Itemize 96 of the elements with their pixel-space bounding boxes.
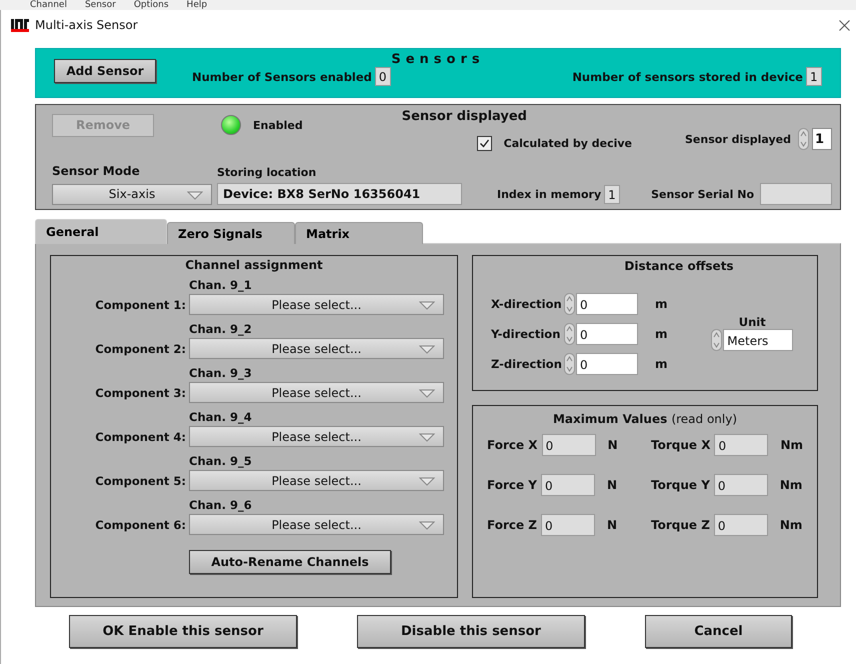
field-label: Torque X (650, 438, 710, 452)
field-label: X-direction (491, 296, 563, 310)
group-title: Maximum Values (read only) (552, 412, 738, 426)
auto-rename-button[interactable]: Auto-Rename Channels (189, 550, 391, 574)
dropdown-arrow-icon (419, 477, 435, 486)
group-title: Channel assignment (185, 258, 323, 272)
menu-item[interactable]: Options (134, 0, 169, 10)
unit-label: N (608, 438, 618, 452)
dropdown-arrow-icon (419, 389, 435, 398)
window-title: Multi-axis Sensor (35, 18, 139, 32)
tab[interactable]: Zero Signals (167, 222, 295, 244)
dropdown-arrow-icon (187, 190, 203, 200)
readonly-field: 0 (714, 474, 768, 496)
component-label: Component 2: (94, 342, 187, 356)
app-logo-icon (11, 18, 29, 32)
field-label: Sensor Serial No (651, 188, 754, 200)
readonly-field: 0 (714, 434, 768, 456)
field-label: Force Z (487, 518, 538, 532)
field-label: Number of Sensors enabled (192, 70, 372, 84)
number-field[interactable]: 1 (812, 128, 832, 150)
unit-label: Nm (780, 438, 803, 452)
field-label: Torque Y (650, 478, 710, 492)
unit-label: Nm (780, 478, 802, 492)
number-field[interactable]: 0 (576, 322, 638, 344)
channel-label: Chan. 9_5 (189, 454, 253, 468)
channel-dropdown[interactable]: Please select... (189, 294, 444, 315)
text-field[interactable] (760, 183, 832, 205)
component-label: Component 4: (94, 430, 187, 444)
channel-dropdown[interactable]: Please select... (189, 382, 444, 403)
field-label: Torque Z (650, 518, 710, 532)
spinner-arrows-icon[interactable] (564, 352, 575, 374)
component-label: Component 1: (94, 298, 187, 312)
field-label: Force X (487, 438, 538, 452)
dialog-button[interactable]: OK Enable this sensor (69, 615, 297, 648)
dropdown-arrow-icon (419, 345, 435, 354)
group-title: Distance offsets (623, 259, 735, 275)
channel-label: Chan. 9_6 (189, 498, 253, 512)
channel-dropdown[interactable]: Please select... (189, 514, 444, 535)
number-field[interactable]: 0 (576, 292, 638, 314)
tab[interactable]: General (35, 219, 167, 244)
channel-label: Chan. 9_4 (189, 410, 253, 424)
unit-label: m (655, 296, 668, 310)
unit-label: Nm (780, 518, 802, 532)
number-field[interactable]: 0 (576, 352, 638, 374)
readonly-field: 0 (541, 474, 595, 496)
checkbox[interactable] (476, 136, 492, 150)
indicator-label: Enabled (253, 118, 303, 132)
menu-item[interactable]: Help (186, 0, 208, 10)
field-label: Index in memory (497, 188, 602, 200)
count-field: 0 (374, 67, 391, 86)
add-sensor-button[interactable]: Add Sensor (54, 58, 156, 82)
channel-label: Chan. 9_2 (189, 322, 253, 336)
unit-label: m (655, 326, 668, 340)
channel-label: Chan. 9_3 (189, 366, 253, 380)
field-label: Sensor displayed (685, 132, 791, 146)
field-label: Storing location (217, 166, 318, 179)
tab[interactable]: Matrix (295, 222, 423, 244)
channel-label: Chan. 9_1 (189, 278, 253, 292)
unit-field[interactable]: Meters (723, 328, 794, 350)
field-label: Number of sensors stored in device (572, 70, 803, 84)
dropdown-arrow-icon (419, 433, 435, 442)
spinner-arrows-icon[interactable] (711, 328, 722, 350)
field-label: Unit (738, 314, 766, 328)
text-field[interactable]: Device: BX8 SerNo 16356041 (217, 183, 462, 205)
component-label: Component 5: (94, 474, 187, 488)
field-label: Y-direction (491, 326, 562, 340)
dropdown-arrow-icon (419, 301, 435, 310)
menu-item[interactable]: Sensor (84, 0, 116, 10)
panel-title: Sensors (390, 52, 486, 67)
component-label: Component 3: (94, 386, 187, 400)
unit-label: m (655, 356, 668, 370)
component-label: Component 6: (94, 518, 187, 532)
unit-label: N (607, 478, 618, 492)
field-label: Sensor Mode (52, 164, 141, 178)
spinner-arrows-icon[interactable] (564, 292, 575, 314)
dropdown-arrow-icon (419, 521, 435, 530)
channel-dropdown[interactable]: Please select... (189, 470, 444, 491)
panel-title: Sensor displayed (402, 109, 527, 124)
dialog-button[interactable]: Cancel (645, 615, 792, 648)
readonly-field: 0 (714, 514, 768, 536)
close-icon[interactable] (839, 20, 850, 30)
field-label: Force Y (487, 478, 537, 492)
spinner-arrows-icon[interactable] (564, 322, 575, 344)
readonly-field: 0 (542, 434, 596, 456)
number-field: 1 (604, 184, 620, 204)
checkbox-label: Calculated by decive (504, 136, 632, 150)
count-field: 1 (806, 67, 822, 86)
sensor-mode-dropdown[interactable]: Six-axis (52, 184, 212, 204)
menu-item[interactable]: Channel (30, 0, 67, 10)
unit-label: N (607, 518, 618, 532)
field-label: Z-direction (491, 356, 563, 370)
readonly-field: 0 (541, 514, 596, 536)
channel-dropdown[interactable]: Please select... (189, 426, 444, 447)
channel-dropdown[interactable]: Please select... (189, 338, 444, 359)
dialog-button[interactable]: Disable this sensor (357, 615, 585, 648)
spinner-arrows-icon[interactable] (798, 128, 809, 150)
